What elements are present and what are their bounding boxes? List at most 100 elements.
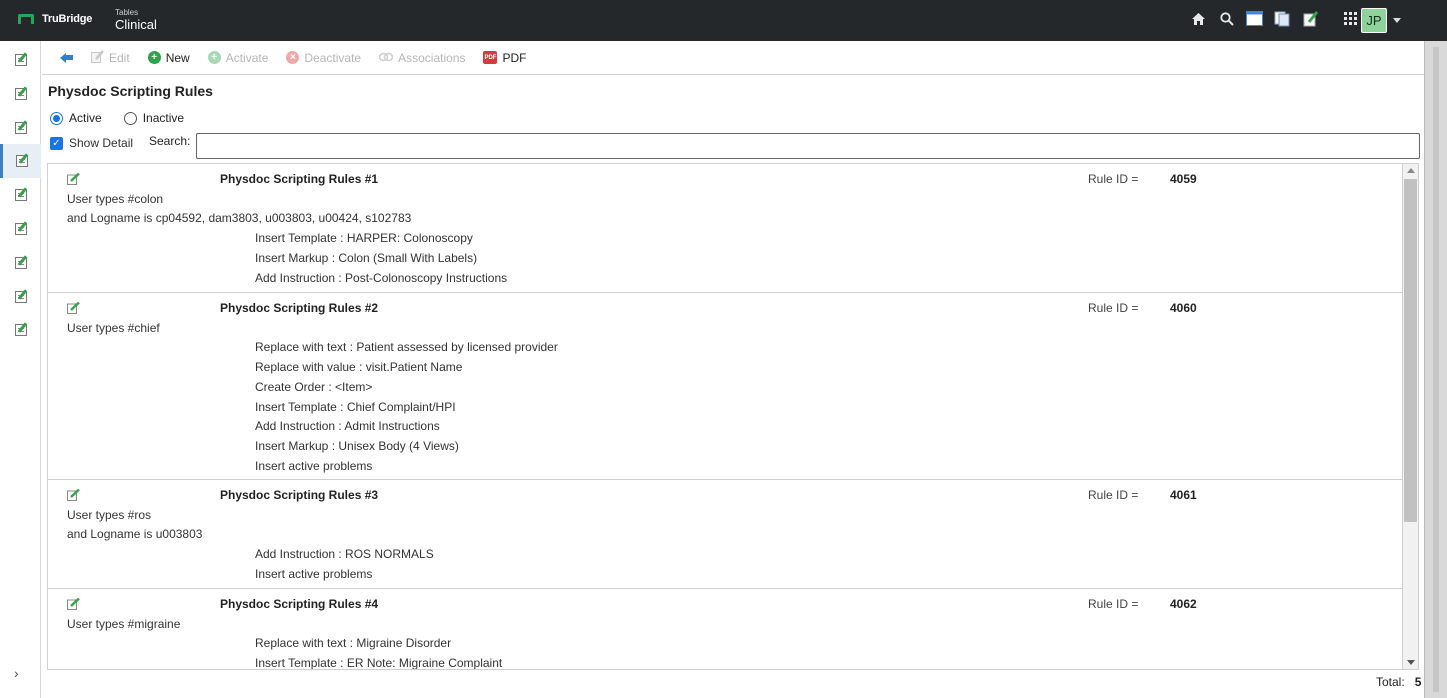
trubridge-logo[interactable]: TruBridge xyxy=(18,13,92,25)
rule-id-label: Rule ID = xyxy=(1088,172,1139,186)
top-icons xyxy=(1190,10,1387,27)
rule-action: Insert Markup : Colon (Small With Labels… xyxy=(255,251,478,265)
note-edit-icon xyxy=(14,122,27,134)
note-edit-icon xyxy=(14,54,27,66)
rule-id-label: Rule ID = xyxy=(1088,597,1139,611)
sidebar-item-3[interactable] xyxy=(0,111,41,145)
sidebar-item-7[interactable] xyxy=(0,246,41,280)
rule-condition: User types #chief xyxy=(67,321,160,335)
rule-id-label: Rule ID = xyxy=(1088,488,1139,502)
inactive-radio[interactable] xyxy=(123,111,137,125)
back-arrow-icon xyxy=(60,52,73,63)
pdf-button[interactable]: PDF PDF xyxy=(483,51,526,65)
rule-action: Insert active problems xyxy=(255,459,373,473)
list-item[interactable]: Physdoc Scripting Rules #4 Rule ID = 406… xyxy=(48,589,1402,669)
apps-grid-icon[interactable] xyxy=(1342,10,1359,27)
sidebar-expand-chevron-icon[interactable]: › xyxy=(14,665,19,681)
list-item[interactable]: Physdoc Scripting Rules #2 Rule ID = 406… xyxy=(48,293,1402,480)
rules-list: Physdoc Scripting Rules #1 Rule ID = 405… xyxy=(47,163,1403,670)
edit-rule-icon[interactable] xyxy=(67,488,80,504)
rule-condition: User types #colon xyxy=(67,192,164,206)
new-button[interactable]: + New xyxy=(147,50,190,65)
rule-id: 4060 xyxy=(1170,301,1197,315)
deactivate-label: Deactivate xyxy=(304,50,362,65)
list-item[interactable]: Physdoc Scripting Rules #3 Rule ID = 406… xyxy=(48,480,1402,589)
window-scrollbar[interactable] xyxy=(1424,41,1447,698)
deactivate-button[interactable]: × Deactivate xyxy=(286,51,361,65)
inactive-radio-label[interactable]: Inactive xyxy=(143,111,184,125)
search-input[interactable] xyxy=(196,133,1420,159)
sidebar-item-5[interactable] xyxy=(0,178,41,212)
logo-mark-icon xyxy=(18,14,34,24)
rule-condition: User types #ros xyxy=(67,508,152,522)
status-filter: Active Inactive xyxy=(50,111,206,125)
sidebar-item-2[interactable] xyxy=(0,77,41,111)
rule-action: Add Instruction : Post-Colonoscopy Instr… xyxy=(255,271,508,285)
note-edit-icon xyxy=(14,189,27,201)
edit-label: Edit xyxy=(109,50,130,65)
pdf-icon: PDF xyxy=(483,51,498,64)
rule-id: 4059 xyxy=(1170,172,1197,186)
scroll-down-icon[interactable] xyxy=(1407,660,1415,665)
note-edit-icon xyxy=(14,324,27,336)
show-detail-label[interactable]: Show Detail xyxy=(69,136,133,150)
rule-condition: and Logname is cp04592, dam3803, u003803… xyxy=(67,211,412,225)
edit-rule-icon[interactable] xyxy=(67,301,80,317)
sidebar-item-9[interactable] xyxy=(0,313,41,347)
sidebar-item-8[interactable] xyxy=(0,280,41,314)
note-edit-icon xyxy=(16,155,28,167)
brand-name: TruBridge xyxy=(42,13,93,25)
user-menu-caret-icon[interactable] xyxy=(1393,18,1401,23)
toolbar: Edit + New + Activate × Deactivate Assoc… xyxy=(42,41,1424,75)
scroll-up-icon[interactable] xyxy=(1407,168,1415,173)
total-value: 5 xyxy=(1414,675,1422,689)
window-icon[interactable] xyxy=(1246,10,1263,27)
documents-icon[interactable] xyxy=(1274,10,1291,27)
sidebar-item-4[interactable] xyxy=(0,144,41,178)
new-label: New xyxy=(165,50,190,65)
left-sidebar: › xyxy=(0,41,41,698)
rule-title: Physdoc Scripting Rules #1 xyxy=(220,172,379,186)
associations-button[interactable]: Associations xyxy=(378,50,466,65)
rule-condition: User types #migraine xyxy=(67,617,181,631)
sidebar-item-6[interactable] xyxy=(0,212,41,246)
note-edit-icon[interactable] xyxy=(1302,10,1319,27)
note-edit-icon xyxy=(14,88,27,100)
sidebar-item-1[interactable] xyxy=(0,43,41,77)
home-icon[interactable] xyxy=(1190,10,1207,27)
total-count: Total: 5 xyxy=(1376,675,1421,689)
active-radio[interactable] xyxy=(50,111,63,125)
note-edit-icon xyxy=(14,291,27,303)
rule-action: Replace with text : Migraine Disorder xyxy=(255,636,452,650)
rule-action: Insert Template : HARPER: Colonoscopy xyxy=(255,231,473,245)
user-avatar[interactable]: JP xyxy=(1361,8,1387,33)
search-icon[interactable] xyxy=(1218,10,1235,27)
list-item[interactable]: Physdoc Scripting Rules #1 Rule ID = 405… xyxy=(48,164,1402,293)
activate-button[interactable]: + Activate xyxy=(207,50,269,65)
app-title: Tables Clinical xyxy=(115,8,157,32)
rule-action: Create Order : <Item> xyxy=(255,380,373,394)
rule-condition: and Logname is u003803 xyxy=(67,527,203,541)
activate-label: Activate xyxy=(225,50,269,65)
rule-action: Insert active problems xyxy=(255,567,373,581)
top-bar: TruBridge Tables Clinical JP xyxy=(0,0,1447,41)
list-scrollbar-thumb[interactable] xyxy=(1404,179,1417,522)
edit-rule-icon[interactable] xyxy=(67,172,80,188)
rule-title: Physdoc Scripting Rules #2 xyxy=(220,301,379,315)
search-label: Search: xyxy=(149,134,191,148)
back-button[interactable] xyxy=(60,52,73,63)
app-name: Clinical xyxy=(115,17,157,32)
edit-rule-icon[interactable] xyxy=(67,597,80,613)
window-scrollbar-track[interactable] xyxy=(1433,47,1439,692)
show-detail-checkbox[interactable]: ✓ xyxy=(50,136,63,150)
edit-button[interactable]: Edit xyxy=(91,49,130,66)
pdf-label: PDF xyxy=(502,50,527,65)
total-label: Total: xyxy=(1376,675,1405,689)
list-scrollbar[interactable] xyxy=(1403,163,1419,670)
deactivate-x-icon: × xyxy=(286,51,300,64)
app-subtitle: Tables xyxy=(115,8,139,17)
associations-label: Associations xyxy=(398,50,466,65)
rule-id: 4061 xyxy=(1170,488,1197,502)
active-radio-label[interactable]: Active xyxy=(69,111,102,125)
rule-id: 4062 xyxy=(1170,597,1197,611)
